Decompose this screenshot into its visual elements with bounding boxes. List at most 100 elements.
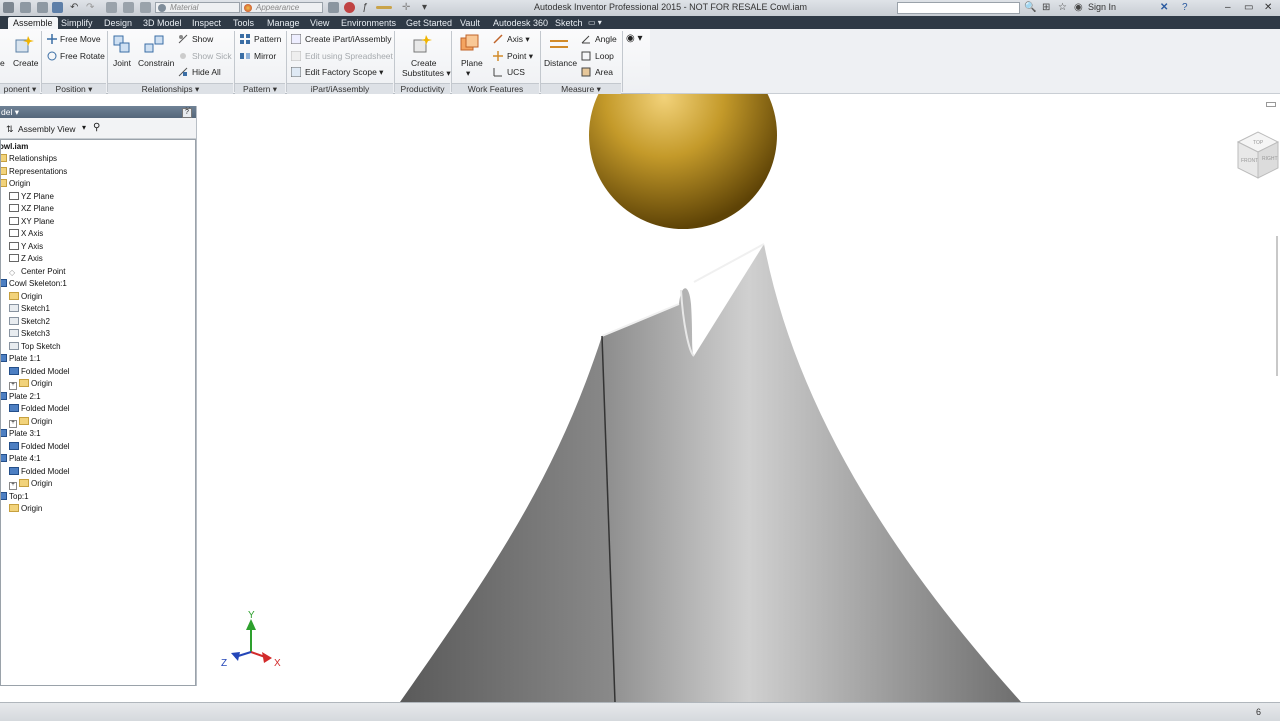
tree-item-x-axis[interactable]: X Axis <box>9 229 43 239</box>
tab-design[interactable]: Design <box>104 17 132 29</box>
ucs-button[interactable]: UCS <box>507 67 525 77</box>
tree-item-origin[interactable]: + Origin <box>9 479 52 490</box>
show-sick-button[interactable]: Show Sick <box>192 51 232 61</box>
tree-item-origin[interactable]: Origin <box>9 504 42 514</box>
tree-item-folded-model[interactable]: Folded Model <box>9 367 69 377</box>
sphere-top-part[interactable] <box>589 94 777 229</box>
expand-icon[interactable]: + <box>9 420 17 428</box>
tree-item-plate-1[interactable]: Plate 1:1 <box>1 354 41 364</box>
maximize-button[interactable]: ▭ <box>1244 2 1253 13</box>
tree-item-z-axis[interactable]: Z Axis <box>9 254 43 264</box>
create-ipart-button[interactable]: Create iPart/iAssembly <box>305 34 391 44</box>
favorites-icon[interactable]: ☆ <box>1058 2 1067 13</box>
expand-icon[interactable]: + <box>9 482 17 490</box>
tab-overflow-icon[interactable]: ▭ ▾ <box>588 17 602 29</box>
undo-icon[interactable]: ↶ <box>70 2 78 13</box>
area-button[interactable]: Area <box>595 67 613 77</box>
distance-button[interactable]: Distance <box>544 58 577 68</box>
tab-3d-model[interactable]: 3D Model <box>143 17 182 29</box>
tab-simplify[interactable]: Simplify <box>61 17 93 29</box>
search-input[interactable] <box>897 2 1020 14</box>
tab-manage[interactable]: Manage <box>267 17 300 29</box>
tree-item-sketch3[interactable]: Sketch3 <box>9 329 50 339</box>
joint-button[interactable]: Joint <box>113 58 131 68</box>
free-rotate-button[interactable]: Free Rotate <box>60 51 105 61</box>
scrollbar-thumb[interactable] <box>1276 236 1278 376</box>
exchange-apps-icon[interactable]: ✕ <box>1160 2 1168 13</box>
app-menu-icon[interactable] <box>3 2 14 13</box>
new-icon[interactable] <box>20 2 31 13</box>
tree-item-xy-plane[interactable]: XY Plane <box>9 217 54 227</box>
fx-icon[interactable]: ƒ <box>362 2 368 13</box>
constrain-button[interactable]: Constrain <box>138 58 174 68</box>
ribbon-options-icon[interactable]: ◉ ▾ <box>626 34 643 44</box>
tree-item-yz-plane[interactable]: YZ Plane <box>9 192 54 202</box>
appearance-dropdown[interactable]: Appearance <box>241 2 323 13</box>
axis-button[interactable]: Axis ▾ <box>507 34 530 44</box>
hide-all-button[interactable]: Hide All <box>192 67 221 77</box>
pattern-button[interactable]: Pattern <box>254 34 281 44</box>
component-group-label[interactable]: ponent ▾ <box>0 83 40 94</box>
relationships-group-label[interactable]: Relationships ▾ <box>108 83 233 94</box>
find-icon[interactable]: ⚲ <box>93 122 100 133</box>
tree-item-plate-3[interactable]: Plate 3:1 <box>1 429 41 439</box>
clear-appearance-icon[interactable] <box>344 2 355 13</box>
redo-icon[interactable]: ↷ <box>86 2 94 13</box>
minimize-button[interactable]: – <box>1225 2 1231 13</box>
measure-group-label[interactable]: Measure ▾ <box>541 83 621 94</box>
pattern-group-label[interactable]: Pattern ▾ <box>235 83 285 94</box>
close-button[interactable]: ✕ <box>1264 2 1272 13</box>
browser-title[interactable]: del ▾ <box>1 107 19 118</box>
tab-vault[interactable]: Vault <box>460 17 480 29</box>
tab-tools[interactable]: Tools <box>233 17 254 29</box>
update-icon[interactable] <box>140 2 151 13</box>
adjust-icon[interactable] <box>328 2 339 13</box>
subscription-icon[interactable]: ⊞ <box>1042 2 1050 13</box>
expand-icon[interactable]: + <box>9 382 17 390</box>
user-icon[interactable]: ◉ <box>1074 2 1083 13</box>
sign-in-link[interactable]: Sign In <box>1088 2 1116 12</box>
material-dropdown[interactable]: Material <box>155 2 240 13</box>
plane-button[interactable]: Plane <box>461 58 483 68</box>
tab-environments[interactable]: Environments <box>341 17 396 29</box>
viewport-scrollbar[interactable] <box>1274 96 1280 696</box>
return-icon[interactable] <box>106 2 117 13</box>
tree-item-sketch1[interactable]: Sketch1 <box>9 304 50 314</box>
create-component-button[interactable]: Create <box>13 58 39 68</box>
cowl-right-face[interactable] <box>602 244 1021 702</box>
tree-item-plate-2[interactable]: Plate 2:1 <box>1 392 41 402</box>
create-substitutes-label[interactable]: Create <box>411 58 437 68</box>
tree-item-origin[interactable]: Origin <box>9 292 42 302</box>
tree-item-origin[interactable]: + Origin <box>9 417 52 428</box>
edit-factory-scope-button[interactable]: Edit Factory Scope ▾ <box>305 67 383 77</box>
assembly-view-dropdown[interactable]: Assembly View <box>18 124 75 134</box>
point-button[interactable]: Point ▾ <box>507 51 533 61</box>
place-button[interactable]: e <box>0 58 5 68</box>
customize-quick-access-icon[interactable]: ▾ <box>422 2 427 13</box>
browser-help-icon[interactable]: ? <box>182 108 192 118</box>
tree-item-folded-model[interactable]: Folded Model <box>9 442 69 452</box>
graphics-window[interactable]: TOP FRONT RIGHT Y X Z <box>197 94 1280 702</box>
open-icon[interactable] <box>37 2 48 13</box>
tab-autodesk-360[interactable]: Autodesk 360 <box>493 17 548 29</box>
tree-item-y-axis[interactable]: Y Axis <box>9 242 43 252</box>
tab-view[interactable]: View <box>310 17 329 29</box>
tree-item-sketch2[interactable]: Sketch2 <box>9 317 50 327</box>
tab-inspect[interactable]: Inspect <box>192 17 221 29</box>
tab-get-started[interactable]: Get Started <box>406 17 452 29</box>
tab-sketch[interactable]: Sketch <box>555 17 583 29</box>
tree-item-xz-plane[interactable]: XZ Plane <box>9 204 54 214</box>
edit-spreadsheet-button[interactable]: Edit using Spreadsheet <box>305 51 393 61</box>
tree-item-folded-model[interactable]: Folded Model <box>9 467 69 477</box>
loop-button[interactable]: Loop <box>595 51 614 61</box>
tree-item-representations[interactable]: Representations <box>1 167 67 177</box>
angle-button[interactable]: Angle <box>595 34 617 44</box>
color-override-icon[interactable] <box>376 6 392 9</box>
tree-item-top[interactable]: Top:1 <box>1 492 29 502</box>
save-icon[interactable] <box>52 2 63 13</box>
tree-item-top-sketch[interactable]: Top Sketch <box>9 342 61 352</box>
show-button[interactable]: Show <box>192 34 213 44</box>
tree-item-origin[interactable]: + Origin <box>9 379 52 390</box>
help-icon[interactable]: ? <box>1182 2 1188 13</box>
tree-item-relationships[interactable]: Relationships <box>1 154 57 164</box>
